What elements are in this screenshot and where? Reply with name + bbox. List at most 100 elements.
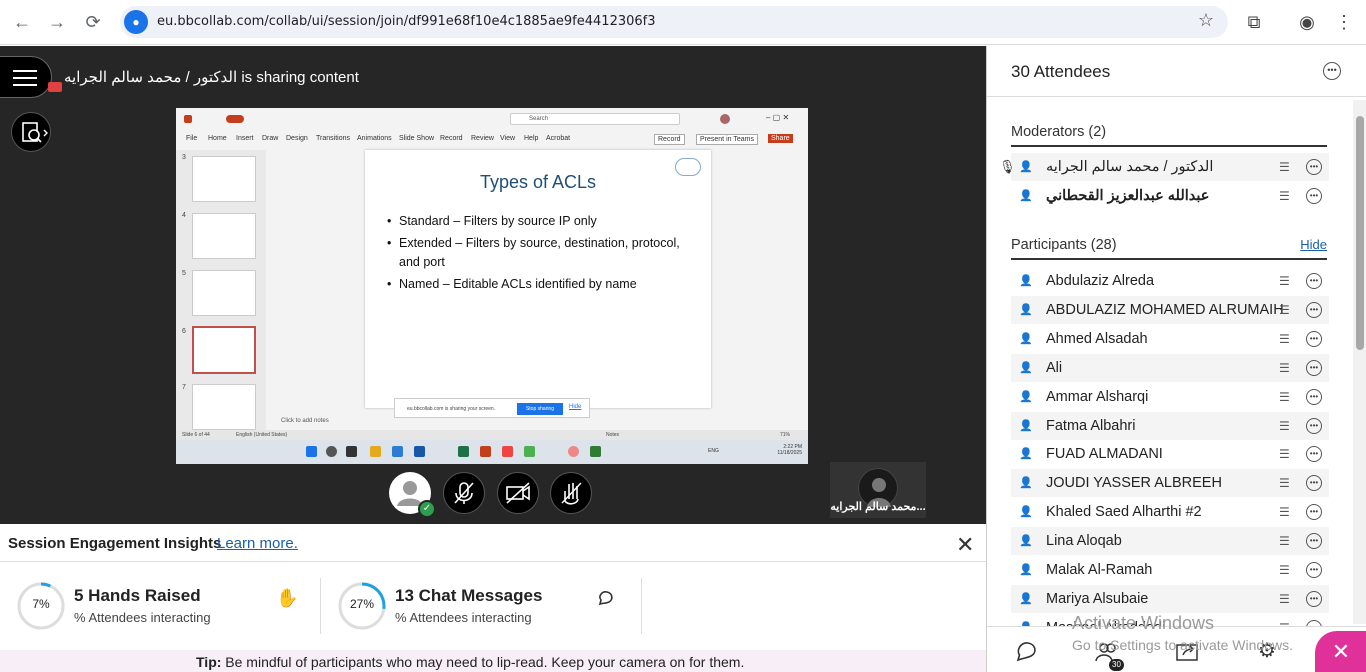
pp-tab[interactable]: Record — [440, 135, 463, 142]
microphone-button[interactable] — [443, 472, 485, 514]
scrollbar-thumb[interactable] — [1356, 116, 1364, 350]
pp-tab[interactable]: Review — [471, 135, 494, 142]
stop-sharing-button[interactable]: Stop sharing — [517, 403, 563, 415]
attendee-options-icon[interactable]: ••• — [1306, 475, 1322, 491]
close-panel-icon[interactable]: ✕ — [1315, 631, 1366, 672]
extensions-icon[interactable]: ⧉ — [1242, 10, 1266, 34]
task-view-icon[interactable] — [346, 446, 357, 457]
pp-tab[interactable]: View — [500, 135, 515, 142]
sharing-bar-hide-link[interactable]: Hide — [569, 404, 581, 410]
pp-share-button[interactable]: Share — [768, 134, 793, 143]
list-icon[interactable]: ☰ — [1279, 505, 1293, 519]
list-icon[interactable]: ☰ — [1279, 592, 1293, 606]
pp-tab[interactable]: Draw — [262, 135, 278, 142]
start-icon[interactable] — [306, 446, 317, 457]
close-icon[interactable]: ✕ — [956, 534, 974, 556]
slide-thumbnail[interactable] — [192, 270, 256, 316]
attendee-row[interactable]: 👤 Ahmed Alsadah ☰ ••• — [1011, 325, 1329, 353]
pp-tab[interactable]: Animations — [357, 135, 392, 142]
raise-hand-button[interactable] — [550, 472, 592, 514]
list-icon[interactable]: ☰ — [1279, 447, 1293, 461]
attendee-options-icon[interactable]: ••• — [1306, 446, 1322, 462]
edge-icon[interactable] — [392, 446, 403, 457]
powerpoint-icon[interactable] — [480, 446, 491, 457]
attendee-options-icon[interactable]: ••• — [1306, 188, 1322, 204]
pp-window-controls[interactable]: – ▢ ✕ — [766, 113, 789, 122]
pp-tab[interactable]: Design — [286, 135, 308, 142]
attendee-row[interactable]: 👤 JOUDI YASSER ALBREEH ☰ ••• — [1011, 469, 1329, 497]
pp-present-teams-button[interactable]: Present in Teams — [696, 134, 758, 145]
list-icon[interactable]: ☰ — [1279, 274, 1293, 288]
attendee-row[interactable]: 👤 FUAD ALMADANI ☰ ••• — [1011, 440, 1329, 468]
app-icon[interactable] — [590, 446, 601, 457]
list-icon[interactable]: ☰ — [1279, 303, 1293, 317]
attendee-options-icon[interactable]: ••• — [1306, 273, 1322, 289]
back-arrow-icon[interactable]: ← — [9, 9, 35, 35]
pp-tab[interactable]: Slide Show — [399, 135, 434, 142]
slide-thumbnail[interactable] — [192, 384, 256, 430]
attendee-options-icon[interactable]: ••• — [1306, 533, 1322, 549]
chrome-icon[interactable] — [502, 446, 513, 457]
attendee-row[interactable]: 👤 Fatma Albahri ☰ ••• — [1011, 412, 1329, 440]
attendee-row[interactable]: 👤 Lina Aloqab ☰ ••• — [1011, 527, 1329, 555]
attendee-row[interactable]: 👤 Khaled Saed Alharthi #2 ☰ ••• — [1011, 498, 1329, 526]
attendee-options-icon[interactable]: ••• — [1306, 591, 1322, 607]
attendee-options-icon[interactable]: ••• — [1306, 562, 1322, 578]
hide-participants-link[interactable]: Hide — [1300, 237, 1327, 252]
list-icon[interactable]: ☰ — [1279, 361, 1293, 375]
pp-tab[interactable]: File — [186, 135, 197, 142]
attendee-options-icon[interactable]: ••• — [1306, 331, 1322, 347]
pp-tab[interactable]: Home — [208, 135, 227, 142]
search-icon[interactable] — [326, 446, 337, 457]
folder-icon[interactable] — [370, 446, 381, 457]
attendee-options-icon[interactable]: ••• — [1306, 159, 1322, 175]
reload-icon[interactable]: ⟳ — [80, 9, 106, 35]
notes-placeholder[interactable]: Click to add notes — [281, 418, 329, 424]
camera-button[interactable] — [497, 472, 539, 514]
forward-arrow-icon[interactable]: → — [44, 9, 70, 35]
list-icon[interactable]: ☰ — [1279, 160, 1293, 174]
attendee-options-icon[interactable]: ••• — [1306, 389, 1322, 405]
attendee-row[interactable]: 👤 Mariya Alsubaie ☰ ••• — [1011, 585, 1329, 613]
attendee-row[interactable]: 👤 Malak Al-Ramah ☰ ••• — [1011, 556, 1329, 584]
microphone-icon[interactable]: ● — [124, 10, 148, 34]
profile-icon[interactable]: ◉ — [1295, 10, 1319, 34]
slide-thumbnail[interactable] — [192, 213, 256, 259]
browser-menu-icon[interactable]: ⋮ — [1332, 10, 1356, 34]
attendee-row[interactable]: 👤 Ali ☰ ••• — [1011, 354, 1329, 382]
attendee-options-icon[interactable]: ••• — [1306, 504, 1322, 520]
app-icon[interactable] — [568, 446, 579, 457]
app-icon[interactable] — [414, 446, 425, 457]
taskbar-clock[interactable]: 2:22 PM 11/18/2025 — [777, 444, 802, 456]
pp-search-box[interactable]: Search — [510, 113, 680, 125]
attendee-row[interactable]: 🎙 👤 الدكتور / محمد سالم الجرايه ☰ ••• — [999, 153, 1329, 181]
bookmark-star-icon[interactable]: ☆ — [1198, 10, 1214, 31]
attendee-row[interactable]: 👤 ABDULAZIZ MOHAMED ALRUMAIH ☰ ••• — [1011, 296, 1329, 324]
list-icon[interactable]: ☰ — [1279, 534, 1293, 548]
list-icon[interactable]: ☰ — [1279, 189, 1293, 203]
excel-icon[interactable] — [458, 446, 469, 457]
more-options-icon[interactable]: ••• — [1323, 62, 1341, 80]
video-tile[interactable]: محمد سالم الجرايه... — [830, 462, 926, 518]
learn-more-link[interactable]: Learn more. — [217, 535, 298, 552]
list-icon[interactable]: ☰ — [1279, 476, 1293, 490]
session-menu-button[interactable] — [0, 56, 52, 98]
slide-thumbnail-active[interactable] — [192, 326, 256, 374]
list-icon[interactable]: ☰ — [1279, 390, 1293, 404]
list-icon[interactable]: ☰ — [1279, 419, 1293, 433]
list-icon[interactable]: ☰ — [1279, 563, 1293, 577]
scrollbar[interactable] — [1353, 100, 1366, 624]
pp-tab[interactable]: Help — [524, 135, 538, 142]
attendee-row[interactable]: 👤 Abdulaziz Alreda ☰ ••• — [1011, 267, 1329, 295]
address-bar[interactable]: ● eu.bbcollab.com/collab/ui/session/join… — [120, 6, 1228, 38]
attendee-options-icon[interactable]: ••• — [1306, 360, 1322, 376]
pp-tab[interactable]: Insert — [236, 135, 254, 142]
autosave-toggle[interactable] — [226, 115, 244, 123]
pp-record-button[interactable]: Record — [654, 134, 685, 145]
attendee-row[interactable]: 👤 Ammar Alsharqi ☰ ••• — [1011, 383, 1329, 411]
slide-thumbnail[interactable] — [192, 156, 256, 202]
language-indicator[interactable]: ENG — [708, 448, 719, 454]
status-zoom[interactable]: 71% — [780, 432, 790, 438]
pp-tab[interactable]: Transitions — [316, 135, 350, 142]
url-text[interactable]: eu.bbcollab.com/collab/ui/session/join/d… — [157, 14, 656, 29]
